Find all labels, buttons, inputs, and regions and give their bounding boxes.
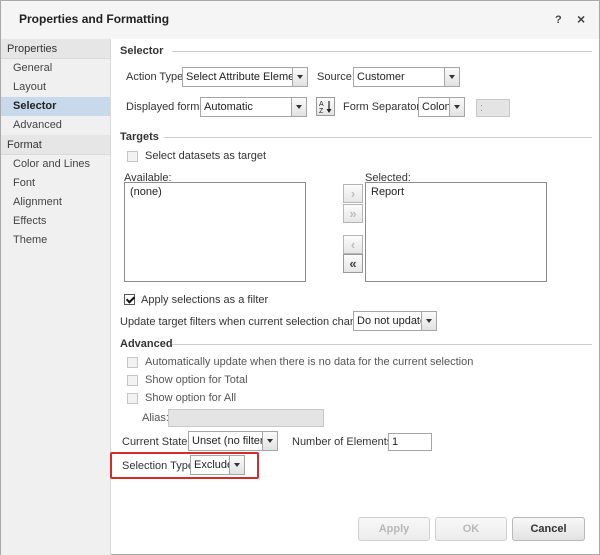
selector-heading: Selector bbox=[120, 45, 164, 57]
svg-text:Z: Z bbox=[319, 108, 324, 115]
select-datasets-checkbox[interactable] bbox=[127, 151, 138, 162]
advanced-heading: Advanced bbox=[120, 338, 173, 350]
action-type-select[interactable]: Select Attribute Element bbox=[182, 67, 308, 87]
alias-input[interactable] bbox=[168, 409, 324, 427]
move-all-right-button[interactable]: » bbox=[343, 204, 363, 223]
sidebar-item-general[interactable]: General bbox=[1, 59, 110, 78]
targets-divider bbox=[164, 137, 592, 138]
displayed-forms-label: Displayed forms: bbox=[126, 101, 208, 113]
selection-type-label: Selection Type: bbox=[122, 460, 198, 472]
sidebar-header-properties: Properties bbox=[1, 39, 110, 59]
dialog-title: Properties and Formatting bbox=[19, 12, 170, 26]
current-state-label: Current State: bbox=[122, 436, 191, 448]
update-filters-label: Update target filters when current selec… bbox=[120, 316, 377, 328]
selection-type-select[interactable]: Exclude bbox=[190, 455, 245, 475]
update-filters-select[interactable]: Do not update bbox=[353, 311, 437, 331]
show-all-label: Show option for All bbox=[145, 392, 237, 404]
show-total-label: Show option for Total bbox=[145, 374, 248, 386]
targets-heading: Targets bbox=[120, 131, 159, 143]
advanced-divider bbox=[172, 344, 592, 345]
move-all-left-button[interactable]: « bbox=[343, 254, 363, 273]
source-value: Customer bbox=[357, 71, 405, 83]
num-elements-label: Number of Elements: bbox=[292, 436, 396, 448]
sidebar: Properties General Layout Selector Advan… bbox=[1, 39, 111, 555]
available-list[interactable]: (none) bbox=[124, 182, 306, 282]
chevron-down-icon bbox=[229, 456, 244, 474]
sidebar-header-format: Format bbox=[1, 135, 110, 155]
alias-label: Alias: bbox=[142, 412, 169, 424]
chevron-down-icon bbox=[291, 98, 306, 116]
chevron-down-icon bbox=[262, 432, 277, 450]
chevron-down-icon bbox=[421, 312, 436, 330]
current-state-value: Unset (no filter) bbox=[192, 435, 268, 447]
content-panel: Selector Action Type: Select Attribute E… bbox=[110, 39, 599, 555]
form-separator-value: Colon bbox=[422, 101, 451, 113]
move-right-button[interactable]: › bbox=[343, 184, 363, 203]
sidebar-item-theme[interactable]: Theme bbox=[1, 231, 110, 250]
svg-text:A: A bbox=[319, 101, 324, 108]
title-bar: Properties and Formatting ? × bbox=[1, 1, 599, 39]
form-separator-input[interactable]: : bbox=[476, 99, 510, 117]
sort-az-icon: A Z bbox=[319, 101, 332, 115]
form-separator-label: Form Separator: bbox=[343, 101, 424, 113]
sidebar-item-selector[interactable]: Selector bbox=[1, 97, 110, 116]
update-filters-value: Do not update bbox=[357, 315, 427, 327]
sidebar-item-alignment[interactable]: Alignment bbox=[1, 193, 110, 212]
source-select[interactable]: Customer bbox=[353, 67, 460, 87]
sidebar-item-effects[interactable]: Effects bbox=[1, 212, 110, 231]
selector-divider bbox=[172, 51, 592, 52]
chevron-down-icon bbox=[444, 68, 459, 86]
current-state-select[interactable]: Unset (no filter) bbox=[188, 431, 278, 451]
close-button[interactable]: × bbox=[577, 11, 585, 27]
selected-list[interactable]: Report bbox=[365, 182, 547, 282]
select-datasets-label: Select datasets as target bbox=[145, 150, 267, 162]
show-all-checkbox[interactable] bbox=[127, 393, 138, 404]
ok-button[interactable]: OK bbox=[435, 517, 507, 541]
displayed-forms-value: Automatic bbox=[204, 101, 253, 113]
sidebar-item-layout[interactable]: Layout bbox=[1, 78, 110, 97]
auto-update-label: Automatically update when there is no da… bbox=[145, 356, 474, 368]
selection-type-value: Exclude bbox=[194, 459, 234, 471]
properties-dialog: Properties and Formatting ? × Properties… bbox=[0, 0, 600, 555]
apply-filter-label: Apply selections as a filter bbox=[141, 294, 269, 306]
apply-filter-checkbox[interactable] bbox=[124, 294, 135, 305]
sidebar-item-advanced[interactable]: Advanced bbox=[1, 116, 110, 135]
chevron-down-icon bbox=[292, 68, 307, 86]
action-type-label: Action Type: bbox=[126, 71, 187, 83]
cancel-button[interactable]: Cancel bbox=[512, 517, 585, 541]
chevron-down-icon bbox=[449, 98, 464, 116]
auto-update-checkbox[interactable] bbox=[127, 357, 138, 368]
num-elements-input[interactable]: 1 bbox=[388, 433, 432, 451]
show-total-checkbox[interactable] bbox=[127, 375, 138, 386]
form-separator-select[interactable]: Colon bbox=[418, 97, 465, 117]
list-item[interactable]: (none) bbox=[130, 186, 300, 198]
apply-button[interactable]: Apply bbox=[358, 517, 430, 541]
source-label: Source: bbox=[317, 71, 355, 83]
help-button[interactable]: ? bbox=[555, 14, 562, 26]
sort-az-button[interactable]: A Z bbox=[316, 97, 335, 116]
displayed-forms-select[interactable]: Automatic bbox=[200, 97, 307, 117]
sidebar-item-font[interactable]: Font bbox=[1, 174, 110, 193]
sidebar-item-color-and-lines[interactable]: Color and Lines bbox=[1, 155, 110, 174]
move-left-button[interactable]: ‹ bbox=[343, 235, 363, 254]
action-type-value: Select Attribute Element bbox=[186, 71, 304, 83]
list-item[interactable]: Report bbox=[371, 186, 541, 198]
